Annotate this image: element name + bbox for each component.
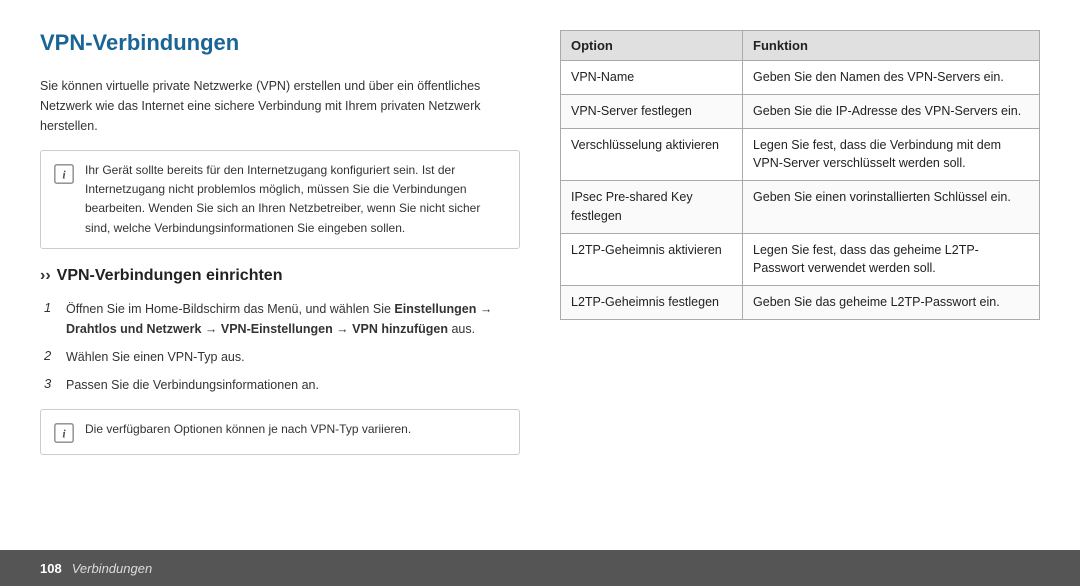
footer-page-number: 108 — [40, 561, 62, 576]
table-cell-option: L2TP-Geheimnis aktivieren — [561, 233, 743, 286]
note1-text: Ihr Gerät sollte bereits für den Interne… — [85, 161, 507, 238]
table-row: L2TP-Geheimnis aktivierenLegen Sie fest,… — [561, 233, 1040, 286]
table-cell-option: Verschlüsselung aktivieren — [561, 128, 743, 181]
right-column: Option Funktion VPN-NameGeben Sie den Na… — [560, 30, 1040, 566]
table-cell-option: IPsec Pre-shared Key festlegen — [561, 181, 743, 234]
note-icon-1: i — [53, 163, 75, 185]
page-container: VPN-Verbindungen Sie können virtuelle pr… — [0, 0, 1080, 586]
step-text-2: Wählen Sie einen VPN-Typ aus. — [66, 347, 245, 367]
table-cell-funktion: Geben Sie das geheime L2TP-Passwort ein. — [743, 286, 1040, 320]
step1-suffix: aus. — [448, 322, 475, 336]
chevron-icon: ›› — [40, 267, 51, 285]
table-row: VPN-Server festlegenGeben Sie die IP-Adr… — [561, 94, 1040, 128]
table-header-funktion: Funktion — [743, 31, 1040, 61]
table-cell-option: L2TP-Geheimnis festlegen — [561, 286, 743, 320]
step-text-3: Passen Sie die Verbindungsinformationen … — [66, 375, 319, 395]
note-box-2: i Die verfügbaren Optionen können je nac… — [40, 409, 520, 455]
left-column: VPN-Verbindungen Sie können virtuelle pr… — [40, 30, 520, 566]
table-row: IPsec Pre-shared Key festlegenGeben Sie … — [561, 181, 1040, 234]
note-box-1: i Ihr Gerät sollte bereits für den Inter… — [40, 150, 520, 249]
table-cell-funktion: Geben Sie die IP-Adresse des VPN-Servers… — [743, 94, 1040, 128]
step-text-1: Öffnen Sie im Home-Bildschirm das Menü, … — [66, 299, 520, 339]
table-cell-funktion: Geben Sie den Namen des VPN-Servers ein. — [743, 61, 1040, 95]
note2-text: Die verfügbaren Optionen können je nach … — [85, 420, 411, 444]
note-icon-2: i — [53, 422, 75, 444]
step-number-1: 1 — [44, 299, 58, 315]
table-cell-funktion: Legen Sie fest, dass die Verbindung mit … — [743, 128, 1040, 181]
footer-section-label: Verbindungen — [72, 561, 152, 576]
step-number-2: 2 — [44, 347, 58, 363]
step-number-3: 3 — [44, 375, 58, 391]
table-cell-option: VPN-Name — [561, 61, 743, 95]
steps-list: 1 Öffnen Sie im Home-Bildschirm das Menü… — [40, 299, 520, 395]
table-cell-option: VPN-Server festlegen — [561, 94, 743, 128]
table-header-option: Option — [561, 31, 743, 61]
vpn-table: Option Funktion VPN-NameGeben Sie den Na… — [560, 30, 1040, 320]
section-heading: ›› VPN-Verbindungen einrichten — [40, 267, 520, 285]
section-heading-label: VPN-Verbindungen einrichten — [57, 267, 283, 285]
table-cell-funktion: Geben Sie einen vorinstallierten Schlüss… — [743, 181, 1040, 234]
table-row: Verschlüsselung aktivierenLegen Sie fest… — [561, 128, 1040, 181]
table-row: VPN-NameGeben Sie den Namen des VPN-Serv… — [561, 61, 1040, 95]
table-cell-funktion: Legen Sie fest, dass das geheime L2TP-Pa… — [743, 233, 1040, 286]
step1-plain: Öffnen Sie im Home-Bildschirm das Menü, … — [66, 302, 394, 316]
page-title: VPN-Verbindungen — [40, 30, 520, 56]
footer-bar: 108 Verbindungen — [0, 550, 1080, 586]
table-header-row: Option Funktion — [561, 31, 1040, 61]
table-row: L2TP-Geheimnis festlegenGeben Sie das ge… — [561, 286, 1040, 320]
step-item-3: 3 Passen Sie die Verbindungsinformatione… — [44, 375, 520, 395]
intro-text: Sie können virtuelle private Netzwerke (… — [40, 76, 520, 136]
step-item-2: 2 Wählen Sie einen VPN-Typ aus. — [44, 347, 520, 367]
step-item-1: 1 Öffnen Sie im Home-Bildschirm das Menü… — [44, 299, 520, 339]
